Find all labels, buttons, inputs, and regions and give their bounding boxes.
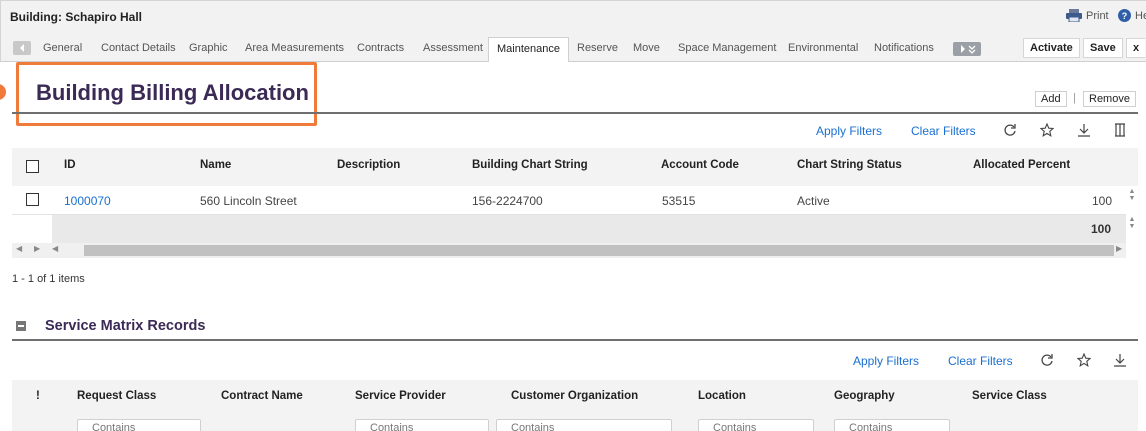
column-header-geography[interactable]: Geography: [834, 390, 895, 402]
column-header-service-provider[interactable]: Service Provider: [355, 390, 446, 402]
save-button[interactable]: Save: [1083, 38, 1123, 58]
pager-info: 1 - 1 of 1 items: [12, 273, 85, 285]
tab-reserve[interactable]: Reserve: [575, 37, 620, 62]
activate-button[interactable]: Activate: [1023, 38, 1080, 58]
row-checkbox[interactable]: [26, 193, 39, 206]
tabs-scroll-left-button[interactable]: [13, 41, 31, 55]
download-icon[interactable]: [1077, 123, 1091, 137]
column-header-request-class[interactable]: Request Class: [77, 390, 156, 402]
scroll-left-small-icon[interactable]: ◀: [52, 244, 58, 253]
column-header-contract-name[interactable]: Contract Name: [221, 390, 303, 402]
column-header-flag[interactable]: !: [36, 390, 40, 402]
row-scroll-spinner[interactable]: ▲ ▼: [1128, 188, 1136, 202]
download-icon[interactable]: [1113, 353, 1127, 367]
section-divider: [12, 112, 1138, 114]
table-row[interactable]: [12, 186, 1126, 215]
total-allocated: 100: [1091, 222, 1112, 236]
row-id-link[interactable]: 1000070: [64, 194, 111, 208]
help-button[interactable]: ? Help: [1118, 9, 1146, 22]
tab-general[interactable]: General: [41, 37, 84, 62]
svg-text:?: ?: [1122, 11, 1128, 21]
add-button[interactable]: Add: [1035, 91, 1067, 107]
totals-scroll-spinner[interactable]: ▲ ▼: [1128, 216, 1136, 230]
column-header-service-class[interactable]: Service Class: [972, 390, 1047, 402]
totals-row-spacer: [12, 215, 52, 243]
column-header-description[interactable]: Description: [337, 159, 400, 171]
column-header-location[interactable]: Location: [698, 390, 746, 402]
apply-filters-link[interactable]: Apply Filters: [816, 124, 882, 138]
filter-input-geography[interactable]: Contains: [834, 419, 950, 431]
tab-area-measurements[interactable]: Area Measurements: [243, 37, 346, 62]
row-allocated: 100: [1092, 194, 1113, 208]
section-divider-2: [12, 339, 1138, 341]
horizontal-scrollbar[interactable]: ◀ ▶ ◀ ▶: [12, 243, 1126, 258]
column-header-status[interactable]: Chart String Status: [797, 159, 902, 171]
printer-icon: [1066, 9, 1082, 22]
scroll-end-arrow-icon[interactable]: ▶: [1116, 244, 1122, 253]
columns-icon[interactable]: [1113, 123, 1127, 137]
section-title-billing-allocation: Building Billing Allocation: [36, 80, 309, 105]
app-window: Building: Schapiro Hall Print ? Help Gen…: [0, 0, 1146, 431]
scroll-thumb[interactable]: [84, 245, 1114, 256]
chevron-left-icon: [20, 44, 24, 52]
column-header-allocated[interactable]: Allocated Percent: [973, 159, 1070, 171]
totals-row: [12, 215, 1126, 243]
tab-graphic[interactable]: Graphic: [187, 37, 230, 62]
clear-filters-link[interactable]: Clear Filters: [911, 124, 976, 138]
filter-input-customer-org[interactable]: Contains: [496, 419, 672, 431]
tab-contact-details[interactable]: Contact Details: [99, 37, 178, 62]
title-bar: Building: Schapiro Hall Print ? Help: [0, 0, 1146, 32]
window-title: Building: Schapiro Hall: [10, 10, 143, 24]
tab-notifications[interactable]: Notifications: [872, 37, 936, 62]
refresh-icon[interactable]: [1003, 123, 1017, 137]
callout-marker: [0, 84, 6, 100]
column-header-name[interactable]: Name: [200, 159, 231, 171]
close-button[interactable]: x: [1126, 38, 1146, 58]
section-title-service-matrix: Service Matrix Records: [45, 318, 206, 334]
column-header-id[interactable]: ID: [64, 159, 76, 171]
print-button[interactable]: Print: [1066, 9, 1109, 22]
filter-input-service-provider[interactable]: Contains: [355, 419, 489, 431]
refresh-icon[interactable]: [1040, 353, 1054, 367]
filter-input-request-class[interactable]: Contains: [77, 419, 201, 431]
tab-contracts[interactable]: Contracts: [355, 37, 406, 62]
row-status: Active: [797, 194, 830, 208]
scroll-left-arrow-icon[interactable]: ◀: [16, 244, 22, 253]
print-label: Print: [1086, 9, 1109, 22]
tab-maintenance[interactable]: Maintenance: [488, 37, 569, 62]
select-all-checkbox[interactable]: [26, 160, 39, 173]
separator: |: [1073, 92, 1076, 104]
remove-button[interactable]: Remove: [1083, 91, 1136, 107]
tab-assessment[interactable]: Assessment: [421, 37, 485, 62]
tab-move[interactable]: Move: [631, 37, 662, 62]
column-header-chart-string[interactable]: Building Chart String: [472, 159, 588, 171]
help-icon: ?: [1118, 9, 1131, 22]
column-header-account-code[interactable]: Account Code: [661, 159, 739, 171]
star-icon[interactable]: [1077, 353, 1091, 367]
tab-strip: General Contact Details Graphic Area Mea…: [0, 32, 1146, 62]
apply-filters-link-2[interactable]: Apply Filters: [853, 354, 919, 368]
tabs-overflow-button[interactable]: [953, 42, 981, 56]
scroll-right-arrow-icon[interactable]: ▶: [34, 244, 40, 253]
tab-space-management[interactable]: Space Management: [676, 37, 778, 62]
chevron-right-double-down-icon: [961, 45, 976, 54]
filter-input-location[interactable]: Contains: [698, 419, 814, 431]
row-name: 560 Lincoln Street: [200, 194, 297, 208]
column-header-customer-org[interactable]: Customer Organization: [511, 390, 638, 402]
help-label: Help: [1135, 9, 1146, 22]
clear-filters-link-2[interactable]: Clear Filters: [948, 354, 1013, 368]
tab-environmental[interactable]: Environmental: [786, 37, 860, 62]
star-icon[interactable]: [1040, 123, 1054, 137]
collapse-icon[interactable]: [16, 321, 26, 331]
row-chart-string: 156-2224700: [472, 194, 543, 208]
row-account-code: 53515: [662, 194, 696, 208]
